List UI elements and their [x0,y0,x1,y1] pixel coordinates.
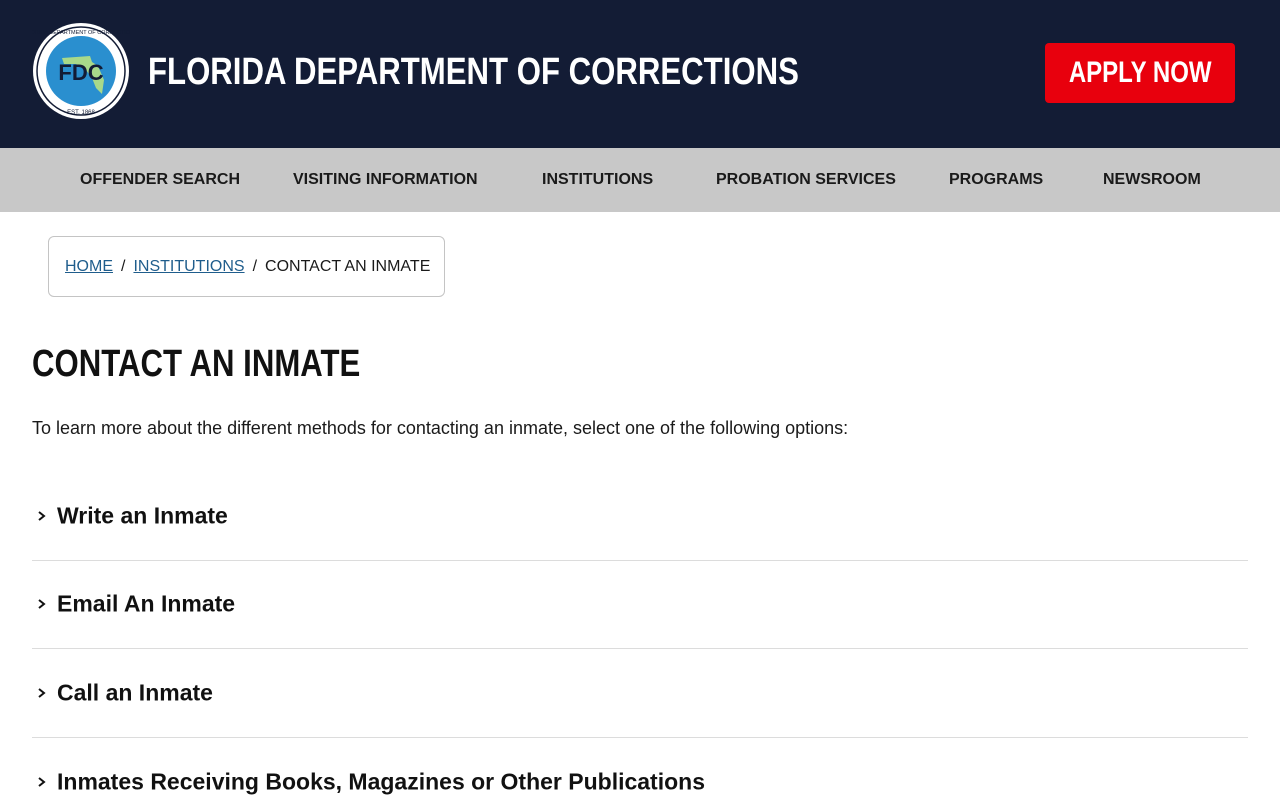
accordion-item-publications[interactable]: Inmates Receiving Books, Magazines or Ot… [32,738,1248,800]
accordion-item-email[interactable]: Email An Inmate [32,561,1248,649]
nav-visiting-information[interactable]: VISITING INFORMATION [293,148,478,212]
site-header: FDC EST. 1868 FLORIDA DEPARTMENT OF CORR… [0,0,1280,148]
nav-programs[interactable]: PROGRAMS [949,148,1043,212]
apply-now-label: APPLY NOW [1068,56,1212,89]
accordion-item-call[interactable]: Call an Inmate [32,649,1248,738]
chevron-right-icon [38,776,46,787]
chevron-right-icon [38,687,46,698]
breadcrumb-institutions-link[interactable]: INSTITUTIONS [133,258,244,276]
breadcrumb-separator: / [252,257,258,275]
site-title[interactable]: FLORIDA DEPARTMENT OF CORRECTIONS [148,50,799,94]
page-title: CONTACT AN INMATE [32,343,361,385]
nav-offender-search[interactable]: OFFENDER SEARCH [80,148,240,212]
breadcrumb-current: CONTACT AN INMATE [265,257,431,275]
accordion-label: Inmates Receiving Books, Magazines or Ot… [57,768,705,795]
accordion-label: Write an Inmate [57,502,228,529]
nav-newsroom[interactable]: NEWSROOM [1103,148,1201,212]
chevron-right-icon [38,510,46,521]
contact-methods-accordion: Write an Inmate Email An Inmate Call an … [32,472,1248,800]
nav-institutions[interactable]: INSTITUTIONS [542,148,653,212]
chevron-right-icon [38,599,46,610]
svg-text:EST. 1868: EST. 1868 [67,110,95,116]
svg-text:FDC: FDC [58,60,103,85]
apply-now-button[interactable]: APPLY NOW [1045,43,1235,103]
fdc-seal-icon: FDC EST. 1868 FLORIDA DEPARTMENT OF CORR… [24,23,138,119]
nav-probation-services[interactable]: PROBATION SERVICES [716,148,896,212]
breadcrumb: HOME / INSTITUTIONS / CONTACT AN INMATE [48,236,445,297]
breadcrumb-home-link[interactable]: HOME [65,258,113,276]
accordion-label: Email An Inmate [57,590,236,617]
breadcrumb-separator: / [121,257,126,275]
accordion-label: Call an Inmate [57,679,213,706]
svg-text:FLORIDA DEPARTMENT OF CORRECTI: FLORIDA DEPARTMENT OF CORRECTIONS [32,30,130,36]
intro-text: To learn more about the different method… [32,418,849,438]
fdc-logo[interactable]: FDC EST. 1868 FLORIDA DEPARTMENT OF CORR… [24,22,138,120]
accordion-item-write[interactable]: Write an Inmate [32,472,1248,561]
main-nav: OFFENDER SEARCH VISITING INFORMATION INS… [0,148,1280,212]
